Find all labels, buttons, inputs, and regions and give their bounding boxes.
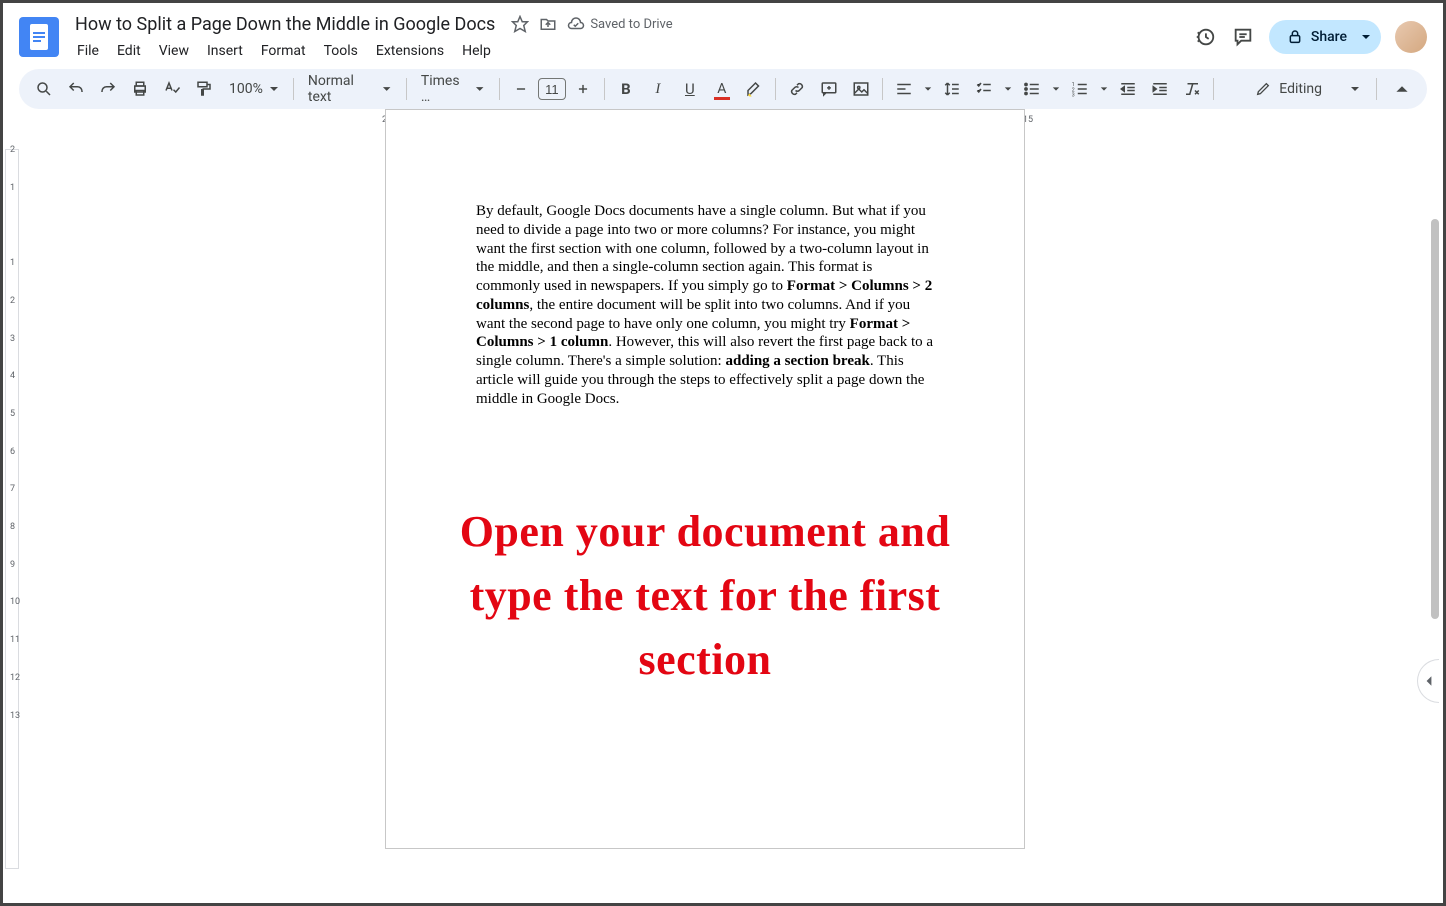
history-icon[interactable] bbox=[1193, 25, 1217, 49]
share-dropdown[interactable] bbox=[1355, 20, 1381, 54]
workspace: 2112345678910111213 21123456789101112131… bbox=[3, 109, 1443, 903]
share-button-group: Share bbox=[1269, 20, 1381, 54]
separator bbox=[1376, 78, 1377, 100]
menu-tools[interactable]: Tools bbox=[316, 39, 366, 63]
link-icon[interactable] bbox=[782, 74, 812, 104]
print-icon[interactable] bbox=[125, 74, 155, 104]
paint-format-icon[interactable] bbox=[189, 74, 219, 104]
add-comment-icon[interactable] bbox=[814, 74, 844, 104]
cloud-status[interactable]: Saved to Drive bbox=[567, 15, 672, 33]
menu-view[interactable]: View bbox=[151, 39, 197, 63]
style-value: Normal text bbox=[308, 73, 377, 105]
search-icon[interactable] bbox=[29, 74, 59, 104]
body-paragraph[interactable]: By default, Google Docs documents have a… bbox=[476, 202, 934, 408]
decrease-font-icon[interactable] bbox=[506, 74, 536, 104]
ruler-tick-label: 9 bbox=[10, 560, 15, 570]
ruler-tick-label: 1 bbox=[10, 258, 15, 268]
text-span: , the entire document will be split into… bbox=[476, 297, 910, 332]
ruler-tick-label: 4 bbox=[10, 371, 15, 381]
separator bbox=[604, 78, 605, 100]
header: How to Split a Page Down the Middle in G… bbox=[3, 3, 1443, 63]
document-page[interactable]: By default, Google Docs documents have a… bbox=[385, 109, 1025, 849]
font-select[interactable]: Times … bbox=[413, 74, 493, 104]
checklist-icon[interactable] bbox=[969, 74, 999, 104]
underline-icon[interactable]: U bbox=[675, 74, 705, 104]
ruler-tick-label: 7 bbox=[10, 484, 15, 494]
comments-icon[interactable] bbox=[1231, 25, 1255, 49]
document-title[interactable]: How to Split a Page Down the Middle in G… bbox=[69, 12, 501, 37]
menu-file[interactable]: File bbox=[69, 39, 107, 63]
collapse-toolbar-icon[interactable] bbox=[1387, 74, 1417, 104]
text-color-icon[interactable]: A bbox=[707, 74, 737, 104]
menu-edit[interactable]: Edit bbox=[109, 39, 149, 63]
align-dropdown[interactable] bbox=[921, 74, 935, 104]
menu-insert[interactable]: Insert bbox=[199, 39, 251, 63]
insert-image-icon[interactable] bbox=[846, 74, 876, 104]
redo-icon[interactable] bbox=[93, 74, 123, 104]
font-value: Times … bbox=[421, 73, 470, 105]
separator bbox=[499, 78, 500, 100]
font-size-input[interactable] bbox=[538, 78, 566, 100]
ruler-tick-label: 12 bbox=[10, 673, 20, 683]
menu-format[interactable]: Format bbox=[253, 39, 314, 63]
bullet-list-icon[interactable] bbox=[1017, 74, 1047, 104]
saved-label: Saved to Drive bbox=[590, 17, 672, 32]
separator bbox=[1213, 78, 1214, 100]
ruler-tick-label: 2 bbox=[10, 296, 15, 306]
ruler-tick-label: 5 bbox=[10, 409, 15, 419]
editing-label: Editing bbox=[1279, 81, 1322, 97]
increase-font-icon[interactable] bbox=[568, 74, 598, 104]
menu-extensions[interactable]: Extensions bbox=[368, 39, 452, 63]
font-size-group bbox=[506, 74, 598, 104]
ruler-tick-label: 3 bbox=[10, 334, 15, 344]
text-bold: adding a section break bbox=[725, 353, 869, 369]
menu-bar: File Edit View Insert Format Tools Exten… bbox=[69, 39, 1193, 63]
title-area: How to Split a Page Down the Middle in G… bbox=[69, 12, 1193, 63]
checklist-dropdown[interactable] bbox=[1001, 74, 1015, 104]
numbered-dropdown[interactable] bbox=[1097, 74, 1111, 104]
separator bbox=[882, 78, 883, 100]
ruler-tick-label: 8 bbox=[10, 522, 15, 532]
menu-help[interactable]: Help bbox=[454, 39, 499, 63]
editing-mode-button[interactable]: Editing bbox=[1245, 81, 1370, 97]
style-select[interactable]: Normal text bbox=[300, 74, 400, 104]
highlight-icon[interactable] bbox=[739, 74, 769, 104]
header-right: Share bbox=[1193, 20, 1427, 54]
ruler-tick-label: 6 bbox=[10, 447, 15, 457]
avatar[interactable] bbox=[1395, 21, 1427, 53]
canvas: 21123456789101112131415 By default, Goog… bbox=[23, 109, 1443, 903]
numbered-list-icon[interactable]: 123 bbox=[1065, 74, 1095, 104]
star-icon[interactable] bbox=[511, 15, 529, 33]
svg-text:3: 3 bbox=[1072, 93, 1075, 99]
decrease-indent-icon[interactable] bbox=[1113, 74, 1143, 104]
ruler-tick-label: 1 bbox=[10, 183, 15, 193]
annotation-text: Open your document and type the text for… bbox=[426, 500, 984, 691]
vertical-ruler[interactable]: 2112345678910111213 bbox=[3, 129, 23, 903]
share-button[interactable]: Share bbox=[1269, 20, 1361, 54]
share-label: Share bbox=[1311, 29, 1347, 45]
zoom-value: 100% bbox=[229, 81, 263, 97]
clear-format-icon[interactable] bbox=[1177, 74, 1207, 104]
ruler-tick-label: 2 bbox=[10, 145, 15, 155]
separator bbox=[293, 78, 294, 100]
ruler-tick-label: 10 bbox=[10, 597, 20, 607]
separator bbox=[775, 78, 776, 100]
align-icon[interactable] bbox=[889, 74, 919, 104]
bold-icon[interactable]: B bbox=[611, 74, 641, 104]
separator bbox=[406, 78, 407, 100]
increase-indent-icon[interactable] bbox=[1145, 74, 1175, 104]
bullet-dropdown[interactable] bbox=[1049, 74, 1063, 104]
italic-icon[interactable]: I bbox=[643, 74, 673, 104]
line-spacing-icon[interactable] bbox=[937, 74, 967, 104]
spellcheck-icon[interactable] bbox=[157, 74, 187, 104]
undo-icon[interactable] bbox=[61, 74, 91, 104]
docs-logo-icon[interactable] bbox=[19, 17, 59, 57]
ruler-tick-label: 13 bbox=[10, 711, 20, 721]
ruler-tick-label: 11 bbox=[10, 635, 20, 645]
toolbar: 100% Normal text Times … B I U A 123 Edi… bbox=[19, 69, 1427, 109]
scrollbar[interactable] bbox=[1431, 219, 1439, 619]
move-icon[interactable] bbox=[539, 15, 557, 33]
zoom-select[interactable]: 100% bbox=[221, 74, 287, 104]
